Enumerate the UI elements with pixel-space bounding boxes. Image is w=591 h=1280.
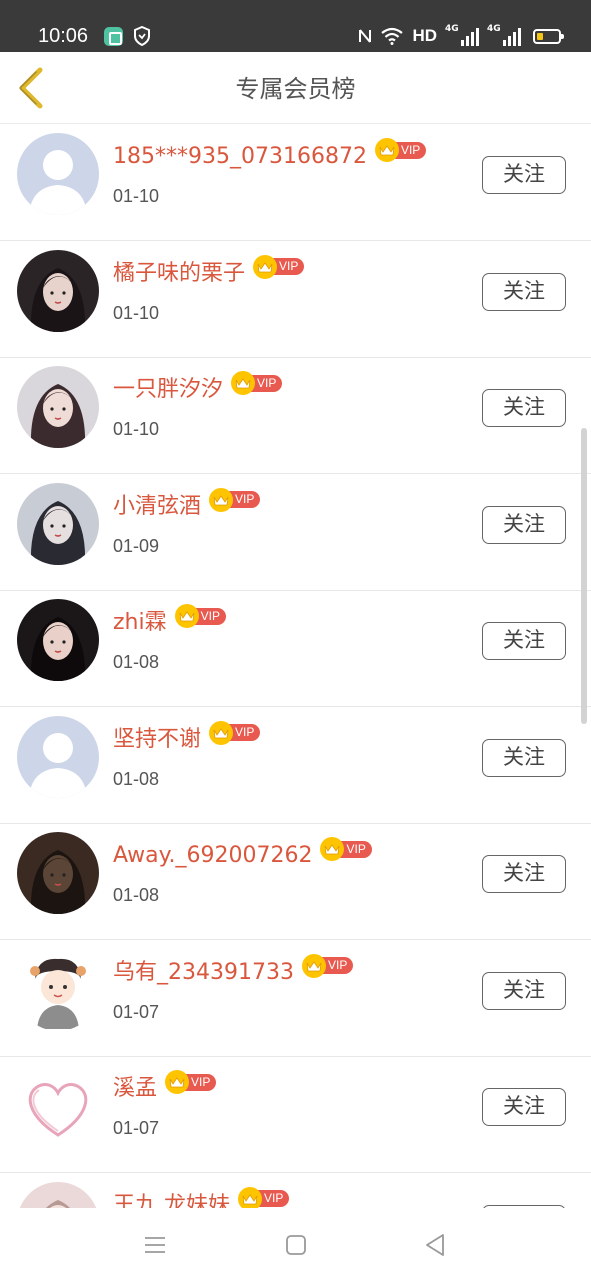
avatar[interactable] (17, 599, 99, 681)
crown-icon (231, 371, 256, 395)
username-line: 橘子味的栗子 VIP (113, 254, 305, 289)
signal-icon: 4G (445, 24, 479, 46)
vip-badge: VIP (174, 604, 226, 628)
status-bar: 10:06 HD 4G 4G (0, 0, 591, 52)
join-date: 01-08 (113, 652, 160, 672)
avatar[interactable] (17, 715, 99, 798)
battery-icon (533, 28, 564, 44)
follow-button[interactable]: 关注 (482, 622, 566, 660)
avatar[interactable] (17, 832, 99, 914)
username-line: 小清弦酒 VIP (113, 487, 261, 522)
scrollbar[interactable] (581, 428, 587, 724)
join-date: 01-10 (113, 186, 160, 206)
join-date: 01-07 (113, 1001, 160, 1022)
crown-icon (301, 953, 326, 978)
vip-badge: VIP (253, 254, 305, 279)
username-line: 坚持不谢 VIP (113, 720, 261, 755)
join-date: 01-08 (113, 768, 160, 789)
crown-icon (209, 720, 234, 745)
list-item[interactable]: 橘子味的栗子 VIP 01-10 关注 (0, 241, 591, 358)
list-item[interactable]: Away._692007262 VIP 01-08 关注 (0, 823, 591, 940)
username[interactable]: 小清弦酒 (113, 492, 201, 522)
list-item[interactable]: 一只胖汐汐 VIP 01-10 关注 (0, 357, 591, 474)
back-triangle-icon[interactable] (421, 1230, 451, 1260)
network-hd-label: HD (412, 26, 437, 45)
username[interactable]: 橘子味的栗子 (113, 259, 245, 289)
list-item[interactable]: 王九 龙妹妹 VIP 关注 (0, 1173, 591, 1209)
vip-badge: VIP (374, 138, 427, 162)
join-date: 01-08 (113, 885, 160, 905)
avatar[interactable] (17, 366, 99, 448)
member-list[interactable]: 185***935_073166872 VIP 01-10 关注 橘子味的栗子 (0, 124, 591, 1208)
vip-badge: VIP (320, 837, 372, 861)
status-icons: HD 4G 4G (358, 24, 564, 48)
crown-icon (174, 604, 199, 628)
follow-button[interactable]: 关注 (482, 971, 566, 1010)
follow-button[interactable]: 关注 (482, 505, 566, 544)
vip-badge: VIP (238, 1186, 290, 1208)
shield-icon (134, 26, 150, 46)
list-item[interactable]: 185***935_073166872 VIP 01-10 关注 (0, 124, 591, 241)
username[interactable]: Away._692007262 (113, 841, 312, 871)
status-time: 10:06 (38, 25, 89, 47)
list-item[interactable]: 溪孟 VIP 01-07 关注 (0, 1056, 591, 1173)
username[interactable]: 185***935_073166872 (113, 142, 367, 172)
follow-button[interactable]: 关注 (482, 1088, 566, 1126)
signal-tag: 4G (487, 24, 501, 34)
username-line: 溪孟 VIP (113, 1070, 217, 1104)
join-date: 01-07 (113, 1118, 160, 1138)
join-date: 01-10 (113, 302, 160, 323)
list-item[interactable]: 小清弦酒 VIP 01-09 关注 (0, 474, 591, 591)
avatar[interactable] (17, 482, 99, 565)
follow-button[interactable]: 关注 (482, 855, 566, 893)
signal-icon: 4G (487, 24, 521, 46)
signal-tag: 4G (445, 24, 459, 34)
crown-icon (374, 138, 399, 162)
crown-icon (209, 487, 234, 512)
menu-icon[interactable] (140, 1230, 170, 1260)
join-date: 01-10 (113, 419, 160, 439)
avatar[interactable] (17, 948, 99, 1031)
follow-button[interactable]: 关注 (482, 738, 566, 777)
header: 专属会员榜 (0, 52, 591, 124)
join-date: 01-09 (113, 535, 160, 556)
avatar[interactable] (17, 133, 99, 215)
follow-button[interactable]: 关注 (482, 156, 566, 194)
page-title: 专属会员榜 (235, 75, 356, 103)
vip-badge: VIP (165, 1070, 217, 1094)
username-line: 一只胖汐汐 VIP (113, 371, 283, 405)
follow-button[interactable]: 关注 (482, 389, 566, 427)
username-line: 乌有_234391733 VIP (113, 953, 354, 988)
follow-button[interactable]: 关注 (482, 272, 566, 311)
wifi-icon (381, 27, 404, 45)
nfc-icon (359, 29, 372, 43)
username-line: zhi霖 VIP (113, 604, 226, 638)
list-item[interactable]: 乌有_234391733 VIP 01-07 关注 (0, 940, 591, 1057)
username[interactable]: 溪孟 (113, 1074, 157, 1104)
crown-icon (165, 1070, 190, 1094)
username-line: 王九 龙妹妹 VIP (113, 1186, 290, 1209)
avatar[interactable] (17, 249, 99, 332)
crown-icon (253, 254, 278, 279)
vip-badge: VIP (231, 371, 283, 395)
system-nav-bar (0, 1208, 591, 1280)
home-square-icon[interactable] (281, 1230, 311, 1260)
username[interactable]: 一只胖汐汐 (113, 375, 223, 405)
vip-badge: VIP (209, 487, 261, 512)
vip-badge: VIP (301, 953, 354, 978)
username[interactable]: 乌有_234391733 (113, 958, 294, 988)
vip-badge: VIP (209, 720, 261, 745)
crown-icon (238, 1186, 262, 1208)
avatar[interactable] (17, 1181, 99, 1208)
list-item[interactable]: 坚持不谢 VIP 01-08 关注 (0, 707, 591, 824)
username[interactable]: 王九 龙妹妹 (113, 1191, 230, 1209)
username-line: Away._692007262 VIP (113, 837, 372, 871)
username[interactable]: 坚持不谢 (113, 725, 201, 755)
list-item[interactable]: zhi霖 VIP 01-08 关注 (0, 590, 591, 707)
username[interactable]: zhi霖 (113, 608, 167, 638)
username-line: 185***935_073166872 VIP (113, 138, 427, 172)
avatar[interactable] (17, 1065, 99, 1147)
app-icon (104, 27, 123, 46)
